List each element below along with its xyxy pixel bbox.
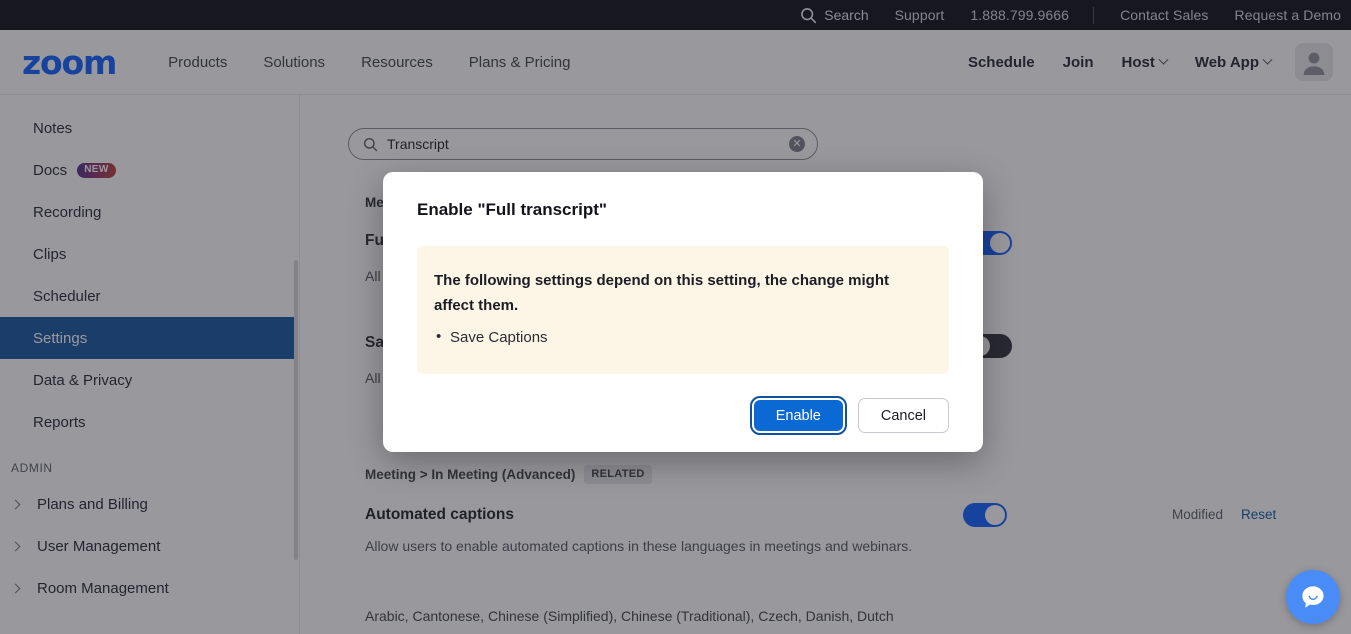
chat-bubble-icon <box>1302 586 1324 608</box>
list-item: Save Captions <box>434 325 931 350</box>
dialog-notice-panel: The following settings depend on this se… <box>417 246 949 374</box>
zoom-settings-page: Search Support 1.888.799.9666 Contact Sa… <box>0 0 1351 634</box>
chat-bubble-button[interactable] <box>1286 570 1340 624</box>
enable-button[interactable]: Enable <box>749 396 847 435</box>
dialog-notice-text: The following settings depend on this se… <box>434 272 890 314</box>
dialog-title: Enable "Full transcript" <box>417 200 607 219</box>
cancel-button[interactable]: Cancel <box>857 398 949 433</box>
dialog-dependent-settings-list: Save Captions <box>434 325 931 350</box>
dialog-actions: Enable Cancel <box>417 396 949 435</box>
enable-full-transcript-dialog: Enable "Full transcript" The following s… <box>383 172 983 452</box>
